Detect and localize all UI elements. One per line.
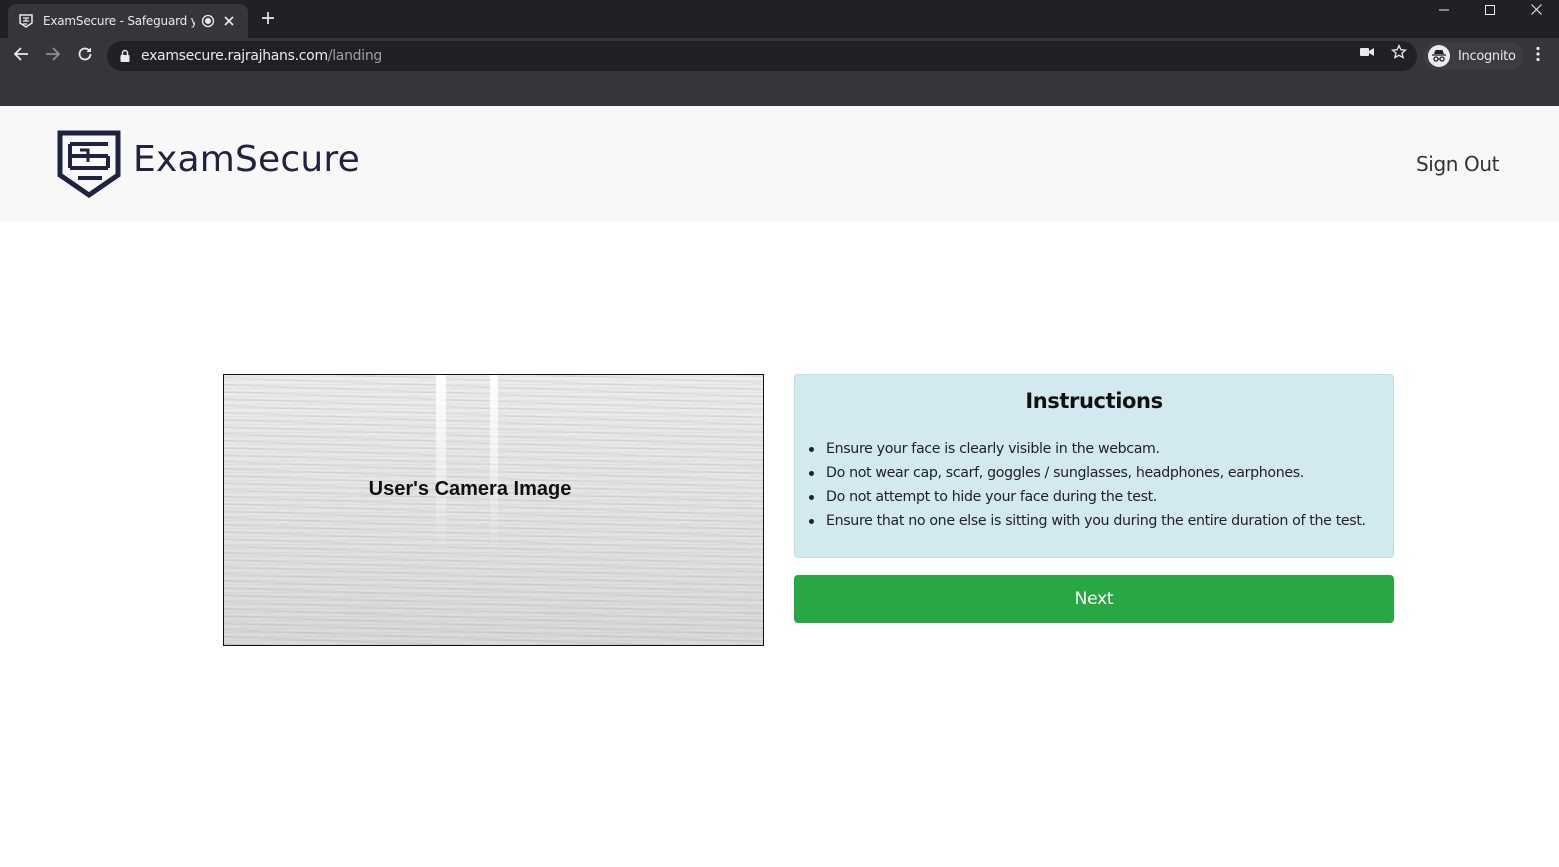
maximize-icon [1485, 2, 1495, 20]
browser-tabstrip: ExamSecure - Safeguard you [0, 0, 1559, 38]
instruction-item: Do not attempt to hide your face during … [809, 485, 1366, 509]
forward-button[interactable] [41, 44, 65, 68]
kebab-menu-icon [1536, 46, 1540, 67]
lock-icon [119, 49, 131, 63]
incognito-label: Incognito [1458, 48, 1516, 64]
window-close-button[interactable] [1513, 0, 1559, 22]
browser-bookmark-bar [0, 74, 1559, 106]
incognito-icon [1428, 45, 1450, 67]
minimize-icon [1439, 2, 1449, 20]
reload-button[interactable] [73, 44, 97, 68]
url-host: examsecure.rajrajhans.com [141, 48, 328, 64]
window-close-icon [1530, 2, 1542, 20]
camera-image-label: User's Camera Image [368, 478, 572, 500]
camera-glare [436, 375, 446, 555]
plus-icon [261, 11, 275, 30]
back-arrow-icon [13, 46, 29, 67]
maximize-button[interactable] [1467, 0, 1513, 22]
address-bar[interactable]: examsecure.rajrajhans.com/landing [107, 41, 1417, 71]
brand-name: ExamSecure [133, 138, 360, 180]
forward-arrow-icon [45, 46, 61, 67]
instructions-title: Instructions [1025, 389, 1163, 413]
brand[interactable]: ExamSecure [56, 130, 360, 198]
bookmark-star-button[interactable] [1390, 43, 1408, 65]
url-path: /landing [327, 48, 383, 64]
minimize-button[interactable] [1421, 0, 1467, 22]
browser-menu-button[interactable] [1528, 46, 1548, 66]
star-icon [1390, 43, 1408, 65]
instructions-list: Ensure your face is clearly visible in t… [809, 437, 1366, 533]
examsecure-shield-logo-icon [56, 130, 122, 198]
site-header: ExamSecure Sign Out [0, 106, 1559, 221]
instructions-panel: Instructions Ensure your face is clearly… [794, 374, 1394, 558]
camera-permission-button[interactable] [1358, 45, 1376, 63]
next-button[interactable]: Next [794, 575, 1394, 623]
shield-favicon-icon [18, 13, 34, 29]
tab-title: ExamSecure - Safeguard you [43, 14, 195, 28]
camera-icon [1359, 45, 1375, 63]
close-icon[interactable] [221, 13, 237, 29]
back-button[interactable] [9, 44, 33, 68]
recording-dot-icon [201, 14, 215, 28]
instruction-item: Do not wear cap, scarf, goggles / sungla… [809, 461, 1366, 485]
camera-glare [490, 375, 498, 555]
instruction-item: Ensure your face is clearly visible in t… [809, 437, 1366, 461]
browser-toolbar: examsecure.rajrajhans.com/landing Incogn… [0, 38, 1559, 74]
new-tab-button[interactable] [258, 10, 278, 30]
camera-preview: User's Camera Image [223, 374, 764, 646]
reload-icon [77, 46, 93, 67]
instruction-item: Ensure that no one else is sitting with … [809, 509, 1366, 533]
browser-tab[interactable]: ExamSecure - Safeguard you [8, 4, 248, 38]
incognito-profile-button[interactable]: Incognito [1424, 42, 1524, 70]
sign-out-link[interactable]: Sign Out [1416, 152, 1499, 176]
